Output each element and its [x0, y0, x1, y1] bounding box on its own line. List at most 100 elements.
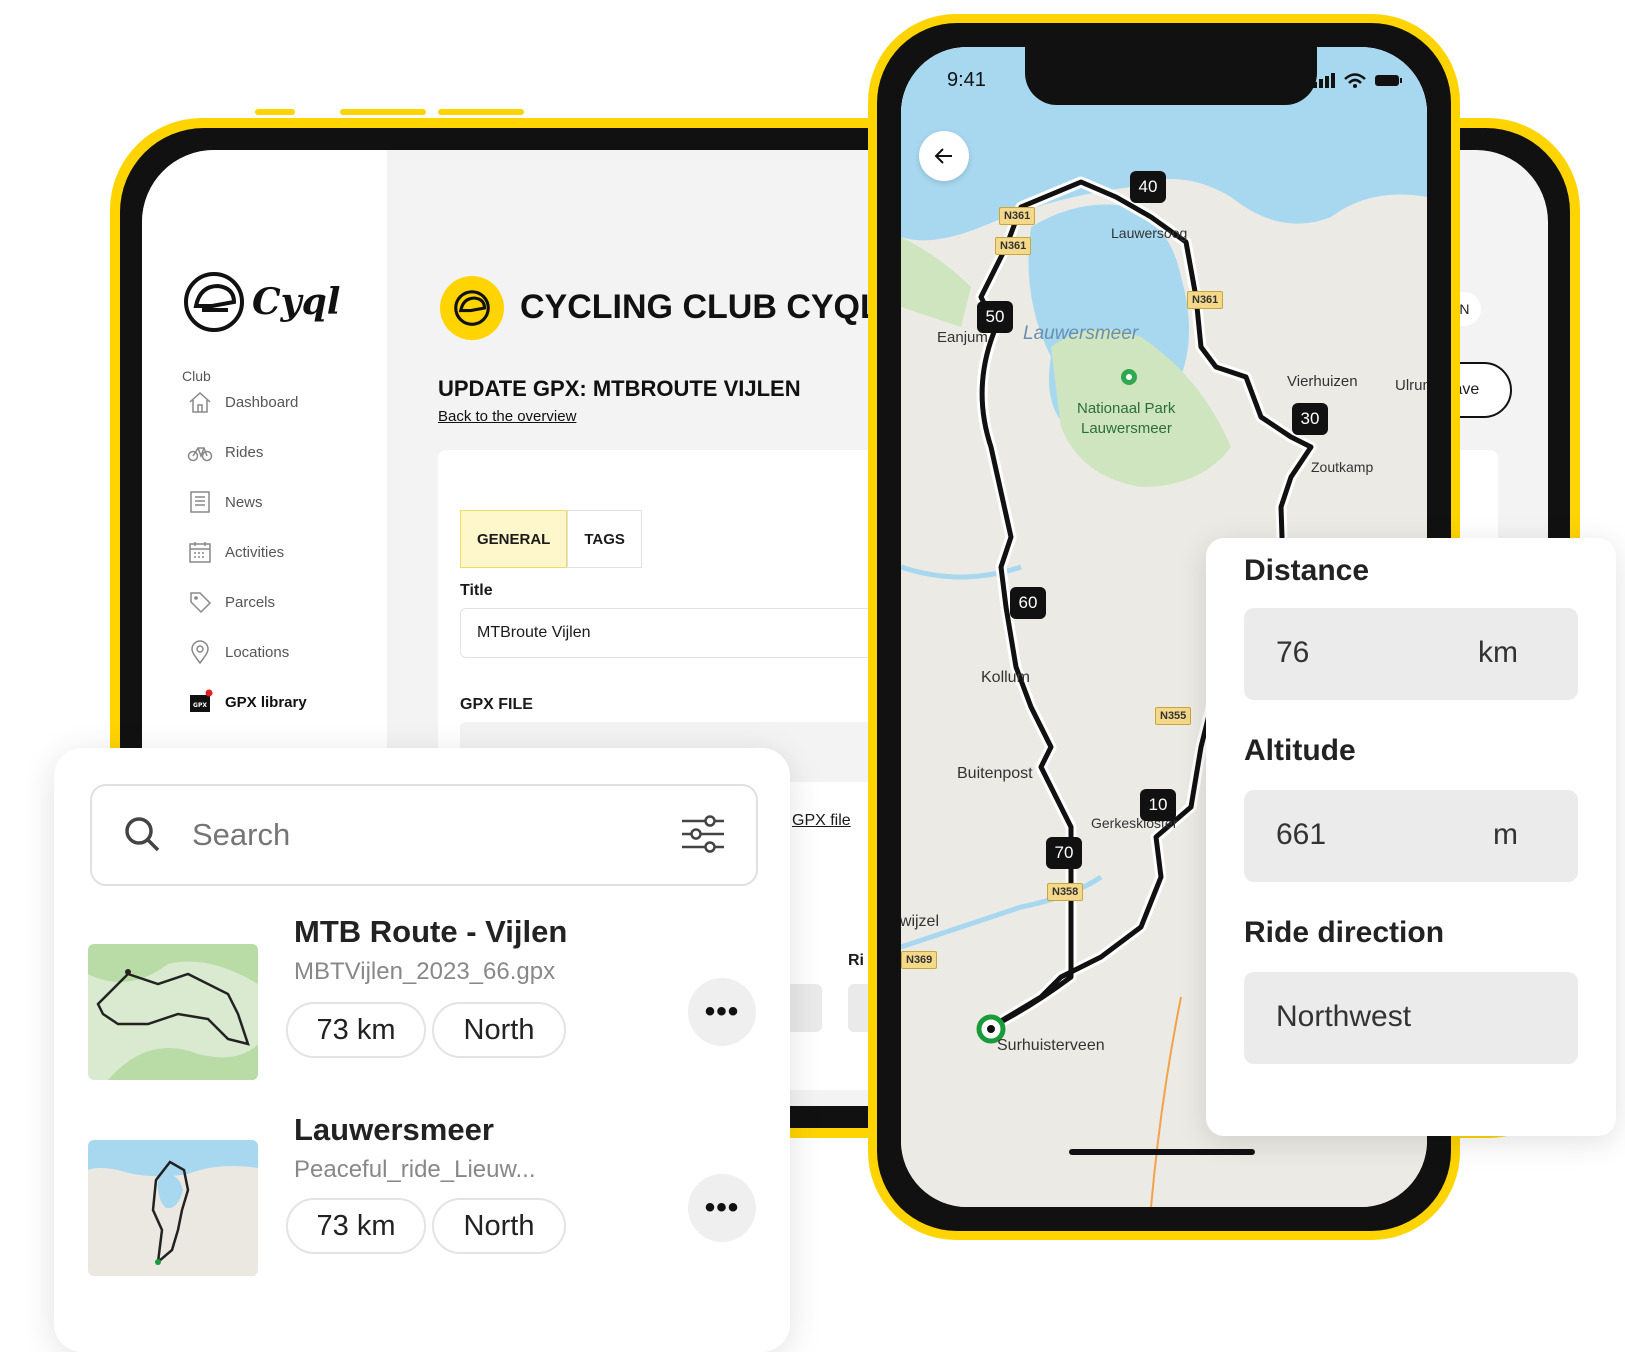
ride-direction-label: Ride direction	[1244, 916, 1445, 949]
route-filename: MBTVijlen_2023_66.gpx	[294, 958, 556, 985]
back-button[interactable]	[919, 131, 969, 181]
place-label: Buitenpost	[957, 765, 1033, 782]
sidebar-item-news[interactable]: News	[187, 487, 263, 517]
tablet-button-1	[255, 109, 295, 115]
ride-direction-select[interactable]: Northwest	[1244, 972, 1578, 1064]
home-icon	[189, 391, 211, 413]
distance-field[interactable]: 76 km	[1244, 608, 1578, 700]
title-label: Title	[460, 582, 493, 599]
route-map-thumbnail	[88, 944, 258, 1080]
gpx-file-link[interactable]: GPX file	[792, 812, 851, 830]
bike-icon	[187, 447, 213, 462]
place-label: Lauwersmeer	[1023, 323, 1139, 344]
status-icons	[1313, 73, 1402, 88]
route-distance-pill: 73 km	[286, 1198, 426, 1254]
sidebar-item-rides[interactable]: Rides	[187, 437, 263, 467]
route-distance-pill: 73 km	[286, 1002, 426, 1058]
club-logo[interactable]: Cyql	[182, 270, 340, 334]
km-marker[interactable]: 10	[1140, 789, 1176, 821]
tab-tags[interactable]: TAGS	[567, 510, 642, 568]
route-direction-pill: North	[432, 1198, 566, 1254]
more-options-button[interactable]: •••	[688, 1174, 756, 1242]
arrow-left-icon	[934, 148, 952, 164]
status-time: 9:41	[947, 69, 986, 91]
distance-value: 76	[1276, 636, 1310, 669]
helmet-logo-icon	[184, 272, 244, 332]
km-marker[interactable]: 40	[1130, 171, 1166, 203]
filter-icon[interactable]	[680, 814, 726, 854]
place-label: Ulrum	[1395, 377, 1427, 394]
search-icon	[125, 817, 160, 852]
sidebar-item-label: Locations	[225, 643, 290, 661]
route-direction-pill: North	[432, 1002, 566, 1058]
altitude-unit: m	[1493, 818, 1518, 851]
ride-direction-value: Northwest	[1276, 1000, 1412, 1033]
ride-direction-label: Ri	[848, 952, 864, 969]
sidebar-item-dashboard[interactable]: Dashboard	[187, 387, 298, 417]
sidebar-item-label: Dashboard	[225, 393, 299, 411]
page-title: UPDATE GPX: MTBROUTE VIJLEN	[438, 376, 801, 401]
gpx-library-card: MTB Route - Vijlen MBTVijlen_2023_66.gpx…	[54, 748, 790, 1352]
km-marker[interactable]: 30	[1292, 403, 1328, 435]
sidebar-item-label: Activities	[225, 543, 285, 561]
helmet-badge-icon	[454, 290, 490, 326]
form-tabs: GENERAL TAGS	[460, 510, 642, 568]
place-label: Lauwersoog	[1111, 225, 1188, 241]
tag-icon	[190, 592, 212, 614]
title-field[interactable]: MTBroute Vijlen	[460, 608, 934, 658]
svg-text:GPX: GPX	[193, 702, 207, 709]
calendar-icon	[189, 542, 211, 563]
pin-icon	[191, 640, 209, 665]
sidebar-item-activities[interactable]: Activities	[187, 537, 284, 567]
gpx-file-label: GPX FILE	[460, 696, 533, 713]
route-title: Lauwersmeer	[294, 1112, 494, 1147]
place-label: Nationaal Park	[1077, 400, 1176, 417]
route-stats-card: Distance 76 km Altitude 661 m Ride direc…	[1206, 538, 1616, 1136]
route-thumbnail	[88, 944, 258, 1080]
place-label: Twijzel	[901, 913, 940, 930]
km-marker[interactable]: 50	[977, 301, 1013, 333]
sidebar-item-label: GPX library	[225, 693, 307, 711]
sidebar-item-label: News	[225, 493, 263, 511]
route-thumbnail	[88, 1140, 258, 1276]
phone-notch	[1025, 47, 1317, 105]
gpx-icon: GPX	[190, 689, 213, 712]
tablet-button-3	[438, 109, 524, 115]
route-title: MTB Route - Vijlen	[294, 914, 568, 949]
place-label: Vierhuizen	[1287, 373, 1358, 390]
logo-wordmark: Cyql	[252, 281, 341, 323]
tablet-button-2	[340, 109, 426, 115]
tab-general[interactable]: GENERAL	[460, 510, 568, 568]
sidebar-item-label: Rides	[225, 443, 264, 461]
road-badge: N361	[995, 237, 1032, 255]
route-filename: Peaceful_ride_Lieuw...	[294, 1156, 536, 1183]
sidebar-section-label: Club	[182, 368, 211, 384]
road-badge: N355	[1155, 707, 1192, 725]
place-label: Surhuisterveen	[997, 1037, 1105, 1054]
altitude-field[interactable]: 661 m	[1244, 790, 1578, 882]
sidebar-item-parcels[interactable]: Parcels	[187, 587, 275, 617]
sidebar-item-gpx-library[interactable]: GPX GPX library	[187, 687, 307, 717]
search-input[interactable]	[190, 812, 634, 858]
distance-unit: km	[1478, 636, 1518, 669]
km-marker[interactable]: 70	[1046, 837, 1082, 869]
sidebar-item-label: Parcels	[225, 593, 276, 611]
road-badge: N361	[999, 207, 1036, 225]
altitude-value: 661	[1276, 818, 1327, 851]
club-badge	[440, 276, 504, 340]
back-link[interactable]: Back to the overview	[438, 408, 576, 425]
sidebar-item-locations[interactable]: Locations	[187, 637, 289, 667]
club-name: CYCLING CLUB CYQL	[520, 288, 881, 326]
distance-label: Distance	[1244, 554, 1370, 587]
place-label: Kollum	[981, 669, 1030, 686]
road-badge: N358	[1047, 883, 1084, 901]
more-options-button[interactable]: •••	[688, 978, 756, 1046]
altitude-label: Altitude	[1244, 734, 1356, 767]
km-marker[interactable]: 60	[1010, 587, 1046, 619]
search-bar[interactable]	[90, 784, 758, 886]
route-map-thumbnail	[88, 1140, 258, 1276]
place-label: Lauwersmeer	[1081, 420, 1172, 437]
home-indicator	[1069, 1149, 1255, 1155]
news-icon	[190, 491, 210, 513]
road-badge: N369	[901, 951, 938, 969]
